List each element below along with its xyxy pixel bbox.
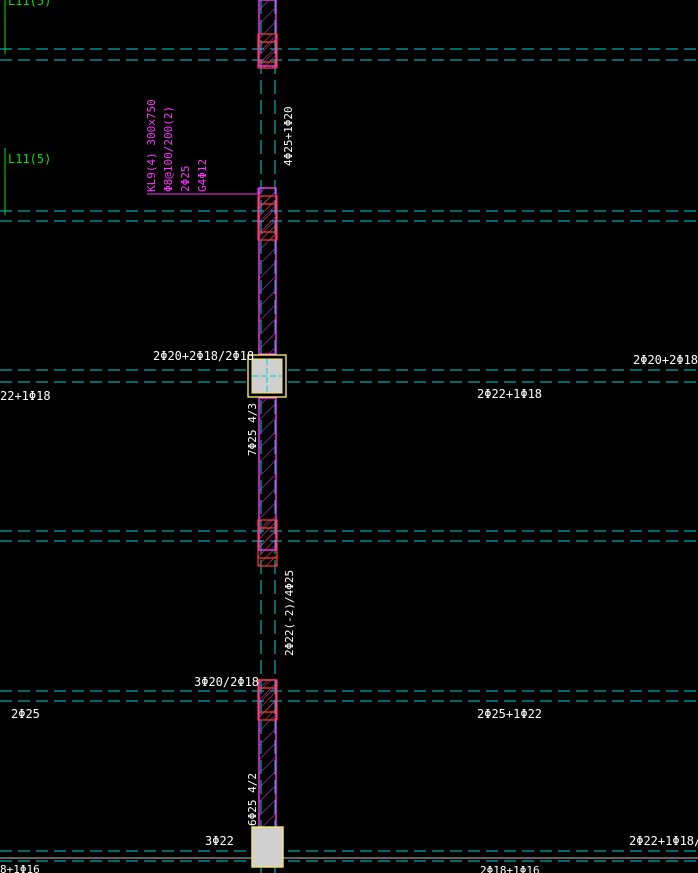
rebar-label-top-vertical: 4Φ25+1Φ20 xyxy=(282,106,295,166)
rebar-label-bottom-left: 8+1Φ16 xyxy=(0,863,40,873)
rebar-label-row1-left: 22+1Φ18 xyxy=(0,389,51,403)
rebar-joint-2 xyxy=(257,195,278,241)
rebar-joint-3 xyxy=(257,519,278,567)
rebar-label-row2-left: 2Φ25 xyxy=(11,707,40,721)
rebar-label-low-vertical: 2Φ22(-2)/4Φ25 xyxy=(283,570,296,656)
rebar-label-joint2-left: 3Φ20/2Φ18 xyxy=(194,675,259,689)
l11-label-top: L11(5) xyxy=(8,0,51,8)
cad-drawing-canvas: L11(5) L11(5) KL9(4) 300x750 Φ8@100/200(… xyxy=(0,0,698,873)
beam-spec-line3: 2Φ25 xyxy=(179,166,192,193)
l11-label-mid: L11(5) xyxy=(8,152,51,166)
rebar-label-col1-left: 2Φ20+2Φ18/2Φ18 xyxy=(153,349,254,363)
rebar-label-col2-right: 2Φ22+1Φ18/2 xyxy=(629,834,698,848)
rebar-joint-4 xyxy=(257,679,278,721)
beam-spec-line2: Φ8@100/200(2) xyxy=(162,106,175,192)
rebar-label-mid-vertical: 7Φ25 4/3 xyxy=(246,403,259,456)
rebar-label-bottom-vertical: 6Φ25 4/2 xyxy=(246,773,259,826)
rebar-label-col2-left: 3Φ22 xyxy=(205,834,234,848)
beam-spec-line1: KL9(4) 300x750 xyxy=(145,99,158,192)
column-2[interactable] xyxy=(251,826,284,868)
beam-spec-line4: G4Φ12 xyxy=(196,159,209,192)
rebar-joint-1 xyxy=(257,33,278,69)
rebar-label-row2-mid: 2Φ25+1Φ22 xyxy=(477,707,542,721)
rebar-label-row1-mid: 2Φ22+1Φ18 xyxy=(477,387,542,401)
rebar-label-bottom-mid: 2Φ18+1Φ16 xyxy=(480,864,540,873)
horizontal-grid-lines xyxy=(0,48,698,862)
beam-spec-block: KL9(4) 300x750 Φ8@100/200(2) 2Φ25 G4Φ12 xyxy=(145,99,209,192)
rebar-label-col1-right: 2Φ20+2Φ18/ xyxy=(633,353,698,367)
